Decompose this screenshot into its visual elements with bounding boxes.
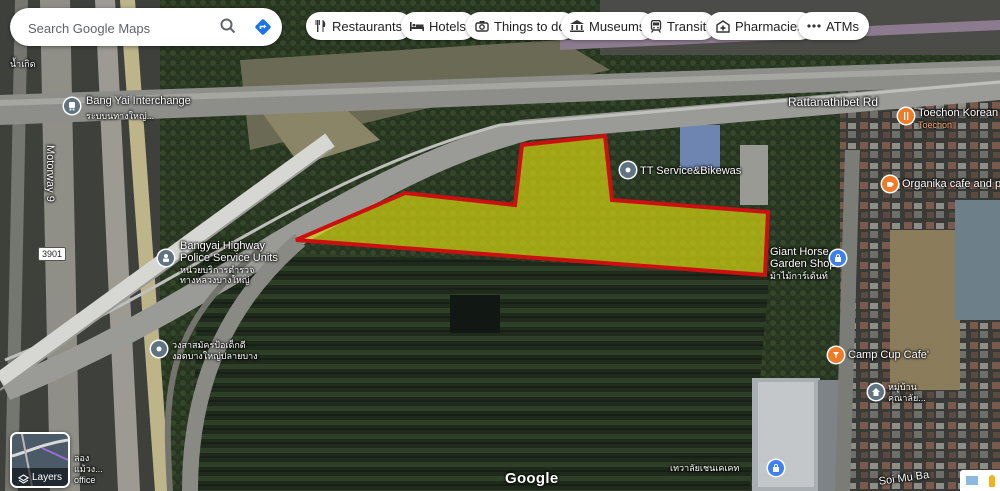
atm-icon bbox=[807, 21, 821, 31]
giant-horse-thai-label: ม้าไม้การ์เด้นท์ bbox=[770, 271, 828, 281]
college-thai-label: เทวาลัยเชนเคเคท bbox=[670, 463, 740, 473]
tt-service-label[interactable]: TT Service&Bikewas bbox=[640, 165, 741, 177]
museum-icon bbox=[570, 20, 584, 32]
category-hotels-label: Hotels bbox=[429, 18, 466, 34]
edge-label-top: น้ำเกิด bbox=[10, 59, 36, 69]
bang-yai-interchange-thai-label: ระบบนทางใหญ่... bbox=[86, 111, 155, 121]
shopping-bag-icon bbox=[773, 464, 779, 472]
giant-horse-pin[interactable] bbox=[830, 250, 846, 266]
police-label-line1[interactable]: Bangyai Highway bbox=[180, 240, 265, 252]
category-restaurants-chip[interactable]: Restaurants bbox=[306, 12, 413, 40]
motorway-label: Motorway 9 bbox=[44, 145, 56, 202]
imagery-thumbnail-icon bbox=[965, 476, 978, 485]
home-icon bbox=[872, 388, 880, 396]
satellite-map[interactable] bbox=[0, 0, 1000, 491]
giant-horse-label-line1[interactable]: Giant Horse bbox=[770, 246, 829, 258]
toechon-pin[interactable] bbox=[898, 108, 914, 124]
search-input[interactable] bbox=[26, 17, 210, 39]
category-atms-label: ATMs bbox=[826, 18, 859, 34]
transit-pin[interactable] bbox=[64, 98, 80, 114]
fork-knife-icon bbox=[315, 20, 327, 32]
drink-icon bbox=[833, 352, 839, 358]
place-icon bbox=[156, 346, 162, 352]
camp-cup-pin[interactable] bbox=[828, 347, 844, 363]
left-place-thai-line2: งอตบางใหญ่ปลายบาง bbox=[172, 351, 258, 361]
category-hotels-chip[interactable]: Hotels bbox=[401, 12, 476, 40]
edge-thai-bottom3: office bbox=[74, 475, 96, 485]
search-box[interactable] bbox=[10, 8, 282, 46]
left-place-pin[interactable] bbox=[151, 341, 167, 357]
toechon-label-line1[interactable]: Toechon Korean E bbox=[918, 107, 1000, 119]
place-icon bbox=[625, 167, 631, 173]
road-number-shield: 3901 bbox=[38, 247, 67, 261]
village-thai-line2: คุณาลัย... bbox=[888, 393, 926, 403]
police-label-line2[interactable]: Police Service Units bbox=[180, 252, 278, 264]
category-transit-label: Transit bbox=[667, 18, 707, 34]
layers-label: Layers bbox=[32, 472, 63, 483]
organika-pin[interactable] bbox=[882, 176, 898, 192]
search-icon[interactable] bbox=[220, 18, 236, 39]
village-pin[interactable] bbox=[868, 384, 884, 400]
bang-yai-interchange-label[interactable]: Bang Yai Interchange bbox=[86, 95, 191, 107]
toechon-label-line2: Toechon bbox=[918, 120, 953, 130]
rattanathibet-road-label: Rattanathibet Rd bbox=[788, 95, 879, 109]
layers-button[interactable]: Layers bbox=[10, 432, 70, 488]
pegman-icon bbox=[988, 474, 995, 487]
bed-icon bbox=[410, 20, 424, 32]
organika-label[interactable]: Organika cafe and pl bbox=[902, 178, 1000, 190]
category-restaurants-label: Restaurants bbox=[332, 18, 403, 34]
layers-icon bbox=[17, 472, 30, 486]
police-pin[interactable] bbox=[158, 250, 174, 266]
shopping-bag-icon bbox=[835, 254, 841, 262]
category-things-to-do-chip[interactable]: Things to do bbox=[466, 12, 576, 40]
category-pharmacies-label: Pharmacies bbox=[735, 18, 804, 34]
category-atms-chip[interactable]: ATMs bbox=[798, 12, 869, 40]
fork-knife-icon bbox=[904, 112, 909, 120]
pharmacy-icon bbox=[716, 19, 730, 33]
pegman-control[interactable] bbox=[960, 470, 1000, 491]
police-thai-line2: ทางหลวงบางใหญ่ bbox=[180, 275, 250, 285]
college-pin[interactable] bbox=[768, 460, 784, 476]
tt-service-pin[interactable] bbox=[620, 162, 636, 178]
coffee-icon bbox=[887, 182, 894, 187]
category-museums-label: Museums bbox=[589, 18, 646, 34]
camp-cup-label[interactable]: Camp Cup Cafe' bbox=[848, 349, 929, 361]
category-transit-chip[interactable]: Transit bbox=[641, 12, 717, 40]
police-icon bbox=[163, 254, 169, 262]
bus-icon bbox=[69, 102, 75, 111]
google-logo: Google bbox=[505, 470, 559, 487]
directions-icon[interactable] bbox=[253, 17, 273, 42]
train-icon bbox=[650, 19, 662, 33]
camera-icon bbox=[475, 20, 489, 32]
category-things-to-do-label: Things to do bbox=[494, 18, 566, 34]
